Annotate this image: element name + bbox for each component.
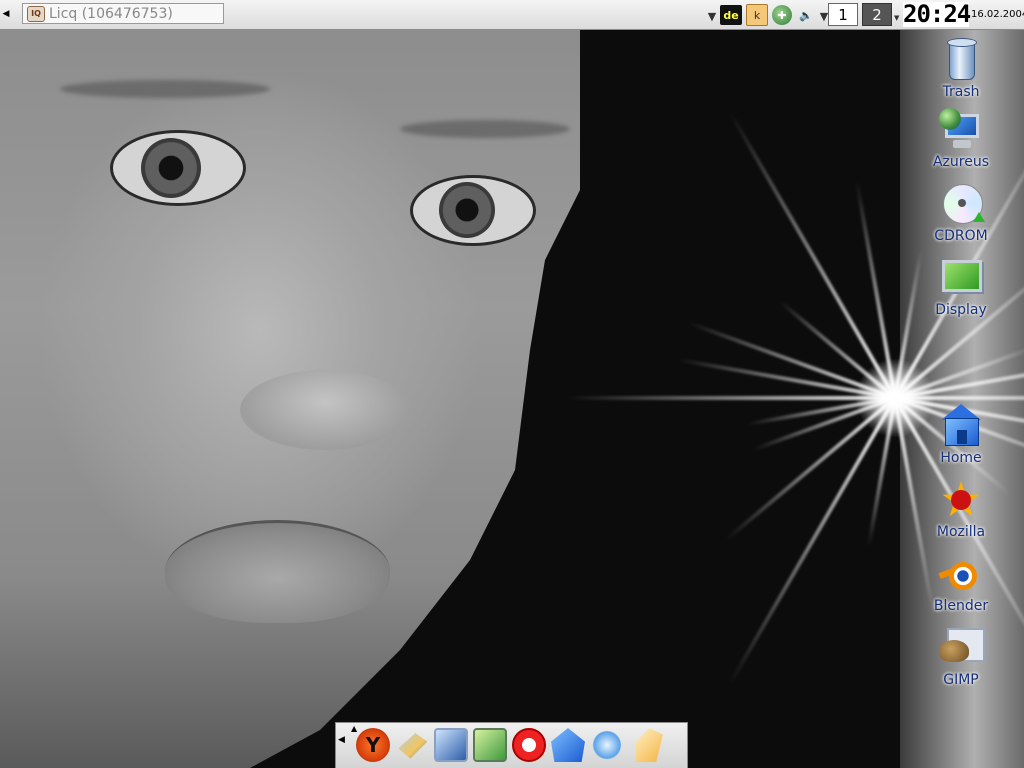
bottom-launcher-panel: ◀ ▲ Y bbox=[335, 722, 688, 768]
pager-desktop-2[interactable]: 2 bbox=[862, 3, 892, 26]
taskbar-item-label: Licq (106476753) bbox=[49, 5, 173, 22]
k-menu-icon[interactable]: Y bbox=[356, 728, 390, 762]
flare-ray bbox=[565, 396, 895, 400]
system-tray: ▼ de k ✚ 🔈 ▼ bbox=[708, 4, 832, 26]
flare-ray bbox=[687, 320, 896, 400]
image-viewer-icon[interactable] bbox=[434, 728, 468, 762]
desktop-icon-label: CDROM bbox=[934, 228, 988, 244]
text-editor-icon[interactable] bbox=[635, 728, 663, 762]
home-folder-icon[interactable] bbox=[551, 728, 585, 762]
wallpaper-eye-right bbox=[410, 175, 536, 246]
desktop-icon-display[interactable]: Display bbox=[920, 256, 1002, 318]
wallpaper-nose bbox=[240, 370, 410, 450]
mozilla-icon: ★ bbox=[939, 476, 983, 524]
pager-desktop-1[interactable]: 1 bbox=[828, 3, 858, 26]
desktop-icon-column: Trash Azureus CDROM Display Home ★ Mozil… bbox=[920, 0, 1002, 768]
cdrom-icon bbox=[939, 182, 985, 226]
konqueror-icon[interactable] bbox=[590, 728, 624, 762]
desktop-icon-gimp[interactable]: GIMP bbox=[920, 626, 1002, 688]
tray-arrow-icon[interactable]: ▼ bbox=[708, 6, 716, 26]
desktop-icon-label: Display bbox=[935, 302, 987, 318]
trash-icon bbox=[939, 38, 983, 82]
wallpaper-brow-left bbox=[60, 80, 270, 98]
panel-hide-arrow-icon[interactable]: ◀ bbox=[338, 735, 345, 745]
launcher-row: Y bbox=[356, 728, 663, 764]
pager-menu-arrow-icon[interactable]: ▼ bbox=[894, 14, 899, 22]
network-globe-icon[interactable]: ✚ bbox=[772, 5, 792, 25]
desktop-icon-label: Trash bbox=[942, 84, 980, 100]
licq-icon: IQ bbox=[27, 5, 45, 22]
knotes-icon[interactable]: k bbox=[746, 4, 768, 26]
home-icon bbox=[939, 404, 983, 448]
wallpaper-brow-right bbox=[400, 120, 570, 138]
control-center-icon[interactable] bbox=[473, 728, 507, 762]
desktop-icon-label: Home bbox=[940, 450, 982, 466]
gimp-icon bbox=[939, 626, 985, 670]
help-lifebuoy-icon[interactable] bbox=[512, 728, 546, 762]
show-desktop-icon[interactable] bbox=[398, 733, 428, 759]
blender-icon bbox=[938, 552, 983, 596]
desktop-icon-trash[interactable]: Trash bbox=[920, 38, 1002, 100]
tray-more-arrow-icon[interactable]: ▼ bbox=[820, 6, 828, 26]
desktop-icon-azureus[interactable]: Azureus bbox=[920, 108, 1002, 170]
desktop-icon-label: Blender bbox=[933, 598, 989, 614]
desktop-icon-blender[interactable]: Blender bbox=[920, 552, 1002, 614]
desktop-icon-mozilla[interactable]: ★ Mozilla bbox=[920, 476, 1002, 540]
taskbar-scroll-left-icon[interactable]: ◀ bbox=[0, 2, 12, 27]
wallpaper-portrait bbox=[0, 0, 580, 768]
volume-icon[interactable]: 🔈 bbox=[796, 5, 816, 25]
desktop-icon-label: Azureus bbox=[932, 154, 990, 170]
azureus-icon bbox=[939, 108, 983, 152]
desktop-icon-home[interactable]: Home bbox=[920, 404, 1002, 466]
desktop-icon-cdrom[interactable]: CDROM bbox=[920, 182, 1002, 244]
wallpaper-lips bbox=[165, 520, 390, 623]
desktop-background bbox=[0, 0, 1024, 768]
wallpaper-eye-left bbox=[110, 130, 246, 206]
top-panel: ◀ IQ Licq (106476753) ▼ de k ✚ 🔈 ▼ 1 2 ▼… bbox=[0, 0, 1024, 30]
display-icon bbox=[939, 256, 983, 300]
keyboard-layout-indicator[interactable]: de bbox=[720, 5, 742, 25]
taskbar-item-licq[interactable]: IQ Licq (106476753) bbox=[22, 3, 224, 24]
desktop-icon-label: GIMP bbox=[943, 672, 979, 688]
